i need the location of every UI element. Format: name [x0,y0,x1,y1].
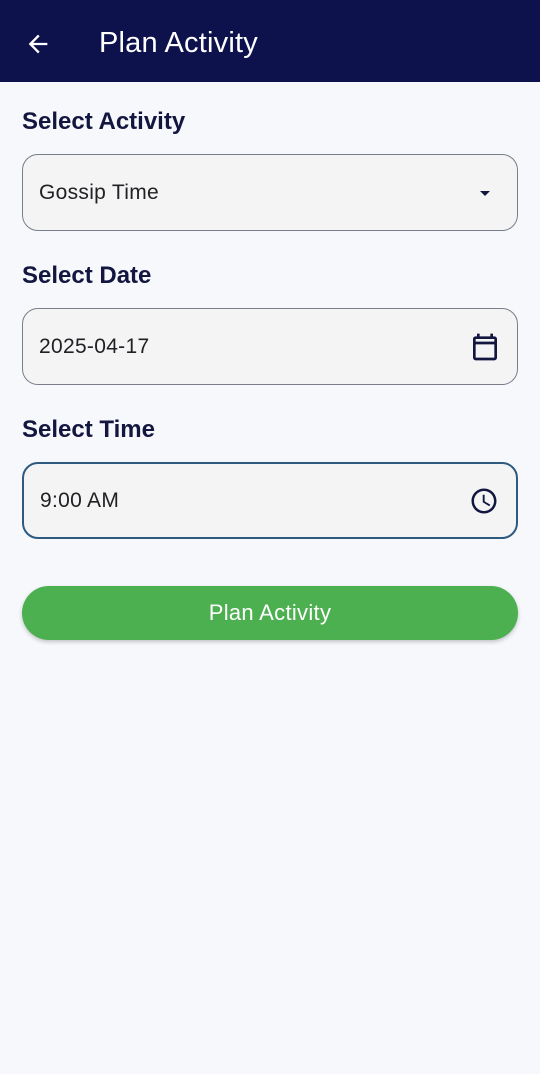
date-value: 2025-04-17 [39,334,150,358]
time-field[interactable]: 9:00 AM [22,462,518,539]
clock-icon[interactable] [468,485,500,517]
activity-value: Gossip Time [39,180,159,204]
page-title: Plan Activity [99,27,258,59]
arrow-back-icon [28,34,48,54]
date-label: Select Date [22,262,152,289]
time-label: Select Time [22,416,155,443]
date-field[interactable]: 2025-04-17 [22,308,518,385]
app-bar: Plan Activity [0,0,540,82]
plan-activity-button[interactable]: Plan Activity [22,586,518,640]
activity-dropdown[interactable]: Gossip Time [22,154,518,231]
back-button[interactable] [20,26,56,62]
time-value: 9:00 AM [40,488,120,512]
dropdown-arrow-icon [469,177,501,209]
activity-label: Select Activity [22,108,186,135]
calendar-icon[interactable] [469,331,501,363]
